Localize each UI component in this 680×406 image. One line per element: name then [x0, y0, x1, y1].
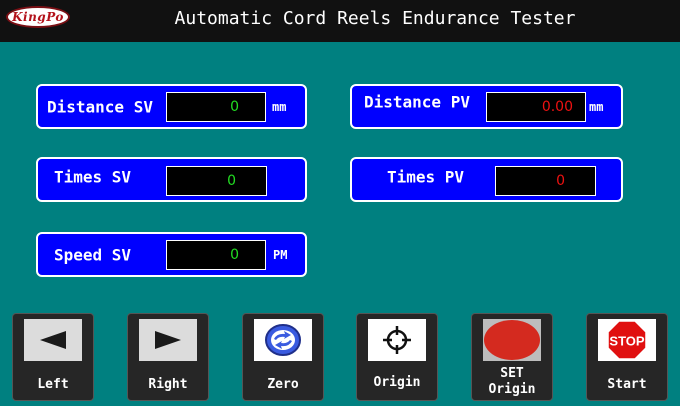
distance-sv-value: 0	[230, 99, 239, 115]
crosshair-icon	[368, 319, 426, 361]
distance-sv-unit: mm	[272, 99, 287, 114]
zero-button[interactable]: Zero	[242, 313, 324, 401]
kingpo-logo: KingPo	[6, 6, 70, 28]
distance-pv-value: 0.00	[541, 99, 573, 115]
speed-sv-label: Speed SV	[54, 245, 132, 264]
right-button-label: Right	[148, 377, 188, 392]
times-sv-label: Times SV	[54, 167, 132, 187]
right-button[interactable]: Right	[127, 313, 209, 401]
speed-sv-input[interactable]: 0	[166, 240, 266, 270]
window-title: Automatic Cord Reels Endurance Tester	[174, 8, 576, 29]
speed-sv-panel: Speed SV 0 PM	[36, 232, 307, 277]
distance-pv-unit: mm	[589, 99, 604, 114]
times-pv-panel: Times PV 0	[350, 157, 623, 202]
set-origin-label-line2: Origin	[488, 382, 536, 397]
title-bar: KingPo Automatic Cord Reels Endurance Te…	[0, 0, 680, 42]
start-button[interactable]: STOP Start	[586, 313, 668, 401]
distance-pv-label: Distance PV	[364, 92, 470, 112]
times-pv-label: Times PV	[387, 167, 465, 187]
origin-button[interactable]: Origin	[356, 313, 438, 401]
times-sv-input[interactable]: 0	[166, 166, 267, 196]
logo-text: KingPo	[12, 10, 64, 24]
distance-sv-label: Distance SV	[47, 97, 153, 116]
set-origin-label-line1: SET	[500, 366, 524, 381]
times-pv-display: 0	[495, 166, 596, 196]
times-sv-value: 0	[227, 173, 236, 189]
origin-button-label: Origin	[373, 375, 421, 390]
speed-sv-unit: PM	[273, 247, 288, 262]
zero-button-label: Zero	[267, 377, 299, 392]
distance-pv-panel: Distance PV 0.00 mm	[350, 84, 623, 129]
times-sv-panel: Times SV 0	[36, 157, 307, 202]
start-button-label: Start	[607, 377, 647, 392]
distance-sv-input[interactable]: 0	[166, 92, 266, 122]
stop-sign-icon: STOP	[598, 319, 656, 361]
distance-sv-panel: Distance SV 0 mm	[36, 84, 307, 129]
set-origin-button-label: SET Origin	[472, 366, 552, 398]
left-button[interactable]: Left	[12, 313, 94, 401]
distance-pv-display: 0.00	[486, 92, 586, 122]
set-origin-button[interactable]: SET Origin	[471, 313, 553, 401]
red-circle-icon	[483, 319, 541, 361]
left-button-label: Left	[37, 377, 69, 392]
stop-sign-text: STOP	[609, 334, 644, 349]
times-pv-value: 0	[556, 173, 565, 189]
left-arrow-icon	[24, 319, 82, 361]
speed-sv-value: 0	[230, 247, 239, 263]
reset-arrows-icon	[254, 319, 312, 361]
right-arrow-icon	[139, 319, 197, 361]
